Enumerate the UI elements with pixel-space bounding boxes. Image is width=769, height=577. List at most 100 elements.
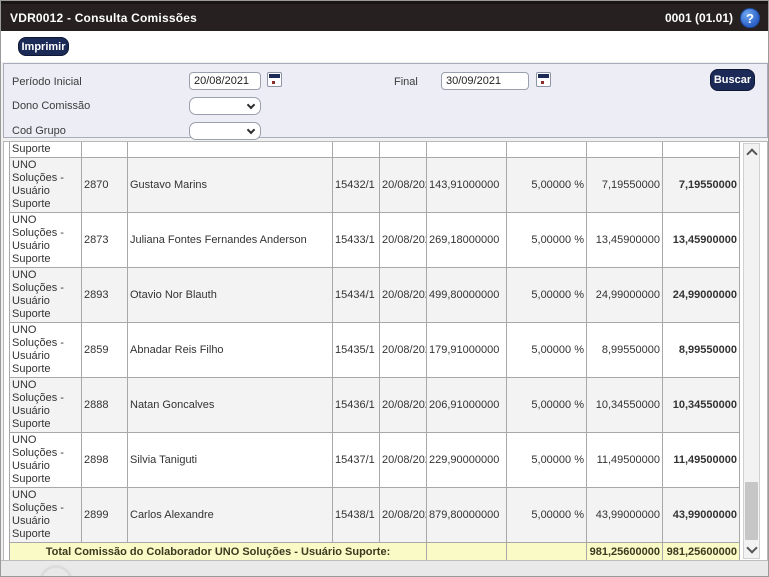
date-cell: 20/08/2021 [379, 212, 427, 268]
dono-comissao-label: Dono Comissão [12, 100, 91, 112]
percent-cell: 5,00000 % [506, 322, 587, 378]
value-cell: 879,80000000 [426, 487, 507, 543]
date-cell: 20/08/2021 [379, 432, 427, 488]
name-cell: Gustavo Marins [127, 157, 333, 213]
name-cell: Abnadar Reis Filho [127, 322, 333, 378]
scroll-down-icon[interactable] [744, 541, 759, 558]
name-cell: Silvia Taniguti [127, 432, 333, 488]
cod-grupo-label: Cod Grupo [12, 125, 66, 137]
dono-comissao-select[interactable] [189, 97, 261, 115]
value-cell: 269,18000000 [426, 212, 507, 268]
commission-cell: 8,99550000 [586, 322, 663, 378]
percent-cell: 5,00000 % [506, 487, 587, 543]
name-cell: Otavio Nor Blauth [127, 267, 333, 323]
help-icon[interactable]: ? [740, 7, 760, 28]
commission-grid: Suporte UNO Soluções - Usuário Suporte 28… [3, 141, 768, 563]
code-cell: 2873 [81, 212, 128, 268]
owner-cell: UNO Soluções - Usuário Suporte [9, 212, 82, 268]
percent-cell: 5,00000 % [506, 157, 587, 213]
print-button[interactable]: Imprimir [18, 37, 69, 56]
table-row[interactable]: UNO Soluções - Usuário Suporte 2888 Natan … [9, 377, 740, 433]
invoice-cell: 15436/1 [332, 377, 380, 433]
date-cell: 20/08/2021 [379, 157, 427, 213]
code-cell: 2870 [81, 157, 128, 213]
titlebar: VDR0012 - Consulta Comissões 0001 (01.01… [1, 1, 768, 31]
commission-total-cell: 8,99550000 [662, 322, 740, 378]
chevron-down-icon [246, 100, 256, 110]
name-cell: Natan Goncalves [127, 377, 333, 433]
percent-cell: 5,00000 % [506, 377, 587, 433]
scrollbar-thumb[interactable] [745, 482, 758, 540]
name-cell: Carlos Alexandre [127, 487, 333, 543]
invoice-cell: 15434/1 [332, 267, 380, 323]
date-cell: 20/08/2021 [379, 487, 427, 543]
owner-cell: UNO Soluções - Usuário Suporte [9, 377, 82, 433]
commission-cell: 11,49500000 [586, 432, 663, 488]
clipped-row: Suporte [9, 142, 740, 158]
invoice-cell: 15433/1 [332, 212, 380, 268]
commission-table-body: Suporte UNO Soluções - Usuário Suporte 28… [9, 142, 740, 563]
invoice-cell: 15437/1 [332, 432, 380, 488]
date-cell: 20/08/2021 [379, 377, 427, 433]
period-initial-input[interactable] [189, 72, 261, 90]
filter-panel: Período Inicial Final Buscar Dono Comiss… [3, 63, 768, 140]
invoice-cell: 15435/1 [332, 322, 380, 378]
logo-arc-decoration [39, 565, 73, 576]
toolbar: Imprimir [1, 31, 768, 62]
code-cell: 2888 [81, 377, 128, 433]
code-cell: 2898 [81, 432, 128, 488]
cod-grupo-select[interactable] [189, 122, 261, 140]
value-cell: 499,80000000 [426, 267, 507, 323]
status-footer [1, 560, 768, 576]
commission-cell: 10,34550000 [586, 377, 663, 433]
vertical-scrollbar[interactable] [743, 143, 760, 559]
value-cell: 143,91000000 [426, 157, 507, 213]
owner-cell: UNO Soluções - Usuário Suporte [9, 487, 82, 543]
owner-cell: Suporte [9, 142, 82, 158]
page-title: VDR0012 - Consulta Comissões [10, 10, 197, 25]
table-row[interactable]: UNO Soluções - Usuário Suporte 2898 Silvia… [9, 432, 740, 488]
invoice-cell: 15438/1 [332, 487, 380, 543]
period-initial-label: Período Inicial [12, 76, 82, 88]
date-cell: 20/08/2021 [379, 267, 427, 323]
percent-cell: 5,00000 % [506, 212, 587, 268]
owner-cell: UNO Soluções - Usuário Suporte [9, 322, 82, 378]
date-cell: 20/08/2021 [379, 322, 427, 378]
calendar-icon[interactable] [267, 72, 282, 87]
app-window: VDR0012 - Consulta Comissões 0001 (01.01… [0, 0, 769, 577]
commission-cell: 7,19550000 [586, 157, 663, 213]
code-cell: 2899 [81, 487, 128, 543]
final-label: Final [394, 76, 418, 88]
table-row[interactable]: UNO Soluções - Usuário Suporte 2873 Julian… [9, 212, 740, 268]
invoice-cell: 15432/1 [332, 157, 380, 213]
commission-total-cell: 10,34550000 [662, 377, 740, 433]
commission-cell: 13,45900000 [586, 212, 663, 268]
table-row[interactable]: UNO Soluções - Usuário Suporte 2859 Abnada… [9, 322, 740, 378]
version-label: 0001 (01.01) [664, 10, 733, 25]
scroll-up-icon[interactable] [744, 144, 759, 161]
value-cell: 229,90000000 [426, 432, 507, 488]
commission-total-cell: 7,19550000 [662, 157, 740, 213]
table-row[interactable]: UNO Soluções - Usuário Suporte 2899 Carlos… [9, 487, 740, 543]
search-button[interactable]: Buscar [710, 69, 755, 91]
commission-total-cell: 43,99000000 [662, 487, 740, 543]
commission-total-cell: 24,99000000 [662, 267, 740, 323]
percent-cell: 5,00000 % [506, 267, 587, 323]
calendar-icon[interactable] [536, 72, 551, 87]
value-cell: 179,91000000 [426, 322, 507, 378]
commission-total-cell: 13,45900000 [662, 212, 740, 268]
owner-cell: UNO Soluções - Usuário Suporte [9, 157, 82, 213]
percent-cell: 5,00000 % [506, 432, 587, 488]
table-row[interactable]: UNO Soluções - Usuário Suporte 2893 Otavio… [9, 267, 740, 323]
table-row[interactable]: UNO Soluções - Usuário Suporte 2870 Gustav… [9, 157, 740, 213]
commission-cell: 43,99000000 [586, 487, 663, 543]
final-date-input[interactable] [441, 72, 529, 90]
code-cell: 2859 [81, 322, 128, 378]
owner-cell: UNO Soluções - Usuário Suporte [9, 267, 82, 323]
chevron-down-icon [246, 125, 256, 135]
code-cell: 2893 [81, 267, 128, 323]
commission-table: Suporte UNO Soluções - Usuário Suporte 28… [9, 142, 740, 563]
value-cell: 206,91000000 [426, 377, 507, 433]
commission-cell: 24,99000000 [586, 267, 663, 323]
owner-cell: UNO Soluções - Usuário Suporte [9, 432, 82, 488]
